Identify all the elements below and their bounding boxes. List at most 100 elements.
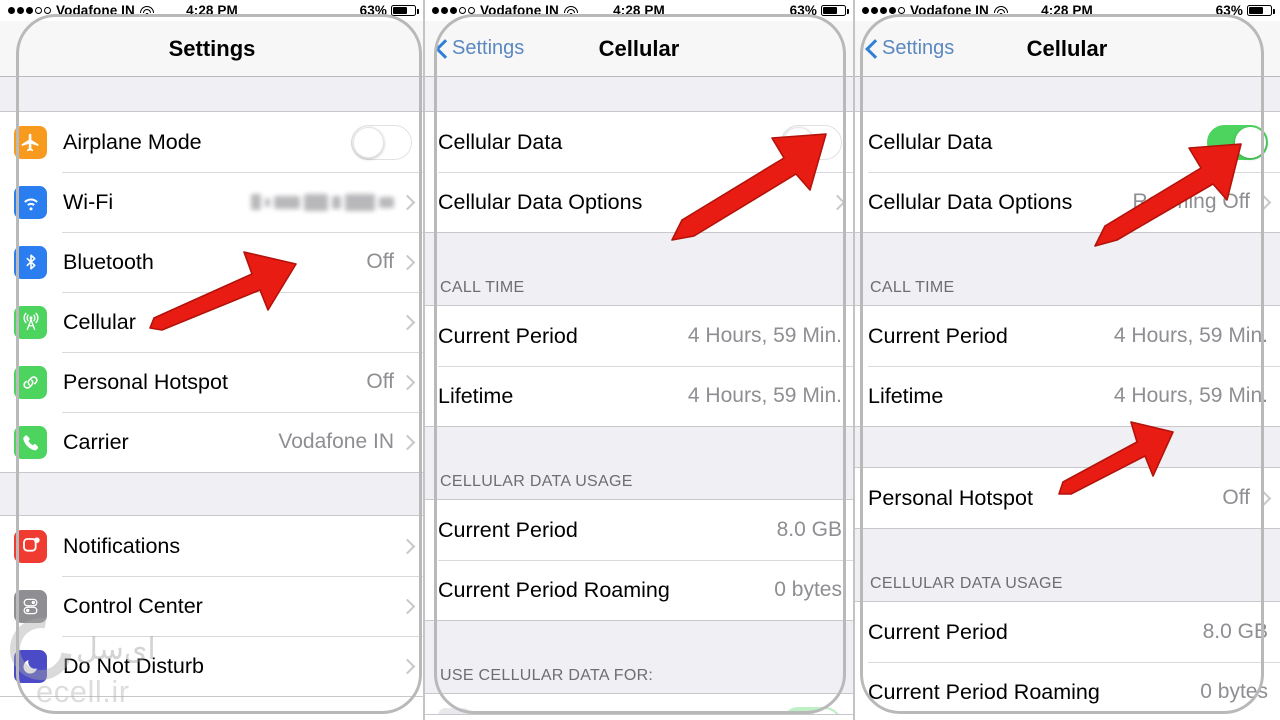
status-bar-right: 63% (1215, 3, 1275, 18)
sidebar-item-notifications[interactable]: Notifications (0, 516, 424, 576)
battery-icon (391, 5, 419, 16)
screenshot-stage: Vodafone IN 4:28 PM 63% Settings Airplan… (0, 0, 1280, 720)
row-label: Airplane Mode (63, 129, 202, 154)
cellular-data-usage-group: Current Period 8.0 GB Current Period Roa… (424, 499, 854, 621)
phone-screen-settings: Vodafone IN 4:28 PM 63% Settings Airplan… (0, 0, 424, 720)
row-label: Cellular (63, 309, 136, 334)
back-button[interactable]: Settings (436, 37, 524, 60)
row-control (351, 124, 412, 160)
sidebar-item-airplane-mode[interactable]: Airplane Mode (0, 112, 424, 172)
row-usage-current-period: Current Period 8.0 GB (424, 500, 854, 560)
sidebar-item-personal-hotspot[interactable]: Personal Hotspot Off (0, 352, 424, 412)
battery-icon (1247, 5, 1275, 16)
row-control (781, 124, 842, 160)
cellular-data-toggle[interactable] (781, 124, 842, 160)
row-value: 0 bytes (1200, 680, 1268, 703)
chevron-right-icon (402, 254, 412, 271)
call-time-group: Current Period 4 Hours, 59 Min. Lifetime… (424, 305, 854, 427)
chevron-right-icon (402, 538, 412, 555)
battery-percent-label: 63% (1215, 3, 1243, 18)
row-value: 4 Hours, 59 Min. (687, 324, 842, 347)
row-control (1207, 124, 1268, 160)
row-label: Current Period (868, 323, 1008, 348)
notifications-icon (14, 529, 47, 563)
list-top-gap (854, 77, 1280, 111)
sidebar-item-bluetooth[interactable]: Bluetooth Off (0, 232, 424, 292)
nav-bar-panel1: Settings (0, 21, 424, 77)
row-control: 4 Hours, 59 Min. (688, 324, 842, 348)
row-control: 8.0 GB (777, 518, 842, 542)
moon-icon (14, 649, 47, 683)
cellular-data-toggle[interactable] (1207, 124, 1268, 160)
row-value: Vodafone IN (278, 430, 394, 453)
row-cellular-data[interactable]: Cellular Data (854, 112, 1280, 172)
back-button-label: Settings (882, 37, 955, 59)
panel-separator-1 (423, 0, 425, 720)
phone-icon (14, 425, 47, 459)
row-control (251, 193, 412, 211)
row-control: 4 Hours, 59 Min. (1114, 324, 1268, 348)
settings-group-connectivity: Airplane Mode Wi-Fi Bluetooth Off Cellul… (0, 111, 424, 473)
row-personal-hotspot[interactable]: Personal Hotspot Off (854, 468, 1280, 528)
row-label: Cellular Data Options (438, 189, 643, 214)
row-control: 4 Hours, 59 Min. (1114, 384, 1268, 408)
status-bar-right: 63% (359, 3, 419, 18)
row-value: Off (366, 250, 394, 273)
row-label: Do Not Disturb (63, 653, 204, 678)
status-bar-right: 63% (790, 3, 849, 18)
row-control: Off (1222, 486, 1268, 510)
row-usage-current-period: Current Period 8.0 GB (854, 602, 1280, 662)
row-call-time-current-period: Current Period 4 Hours, 59 Min. (854, 306, 1280, 366)
row-control: Roaming Off (1133, 190, 1269, 214)
amazon-app-icon (438, 707, 471, 714)
row-control (824, 194, 842, 211)
use-cellular-data-group: Amazon (424, 693, 854, 715)
row-label: Control Center (63, 593, 203, 618)
row-usage-current-period-roaming: Current Period Roaming 0 bytes (424, 560, 854, 620)
row-cellular-data[interactable]: Cellular Data (424, 112, 854, 172)
cellular-data-group: Cellular Data Cellular Data Options (424, 111, 854, 233)
settings-group-notifications: Notifications Control Center Do Not Dist (0, 515, 424, 697)
section-header-cellular-data-usage: CELLULAR DATA USAGE (854, 529, 1280, 601)
list-top-gap (0, 77, 424, 111)
row-usage-current-period-roaming: Current Period Roaming 0 bytes (854, 662, 1280, 720)
sidebar-item-cellular[interactable]: Cellular (0, 292, 424, 352)
phone-screen-cellular-off: Vodafone IN 4:28 PM 63% Settings Cellula… (424, 0, 854, 720)
phone-screen-cellular-on: Vodafone IN 4:28 PM 63% Settings Cellula… (854, 0, 1280, 720)
row-control: Off (366, 250, 412, 274)
row-cellular-data-options[interactable]: Cellular Data Options (424, 172, 854, 232)
list-group-gap (0, 473, 424, 515)
chevron-right-icon (1258, 490, 1268, 507)
row-control (781, 706, 842, 714)
battery-percent-label: 63% (359, 3, 387, 18)
row-value: 4 Hours, 59 Min. (1113, 324, 1268, 347)
amazon-cellular-toggle[interactable] (781, 706, 842, 714)
chevron-right-icon (1258, 194, 1268, 211)
row-label: Amazon (487, 712, 566, 715)
sidebar-item-carrier[interactable]: Carrier Vodafone IN (0, 412, 424, 472)
sidebar-item-control-center[interactable]: Control Center (0, 576, 424, 636)
row-control: 0 bytes (774, 578, 842, 602)
back-button[interactable]: Settings (866, 37, 954, 60)
chevron-right-icon (402, 598, 412, 615)
sidebar-item-do-not-disturb[interactable]: Do Not Disturb (0, 636, 424, 696)
row-control: Off (366, 370, 412, 394)
row-label: Current Period (438, 517, 578, 542)
airplane-mode-toggle[interactable] (351, 124, 412, 160)
row-control: 0 bytes (1200, 680, 1268, 704)
cellular-tower-icon (14, 305, 47, 339)
section-header-call-time: CALL TIME (424, 233, 854, 305)
personal-hotspot-group: Personal Hotspot Off (854, 467, 1280, 529)
row-app-amazon[interactable]: Amazon (424, 694, 854, 715)
row-label: Wi-Fi (63, 189, 114, 214)
row-value: 0 bytes (774, 578, 842, 601)
cellular-data-group: Cellular Data Cellular Data Options Roam… (854, 111, 1280, 233)
chevron-right-icon (832, 194, 842, 211)
row-value: 4 Hours, 59 Min. (687, 384, 842, 407)
battery-icon (821, 5, 849, 16)
chevron-left-icon (436, 38, 449, 60)
bluetooth-icon (14, 245, 47, 279)
list-top-gap (424, 77, 854, 111)
row-cellular-data-options[interactable]: Cellular Data Options Roaming Off (854, 172, 1280, 232)
sidebar-item-wifi[interactable]: Wi-Fi (0, 172, 424, 232)
